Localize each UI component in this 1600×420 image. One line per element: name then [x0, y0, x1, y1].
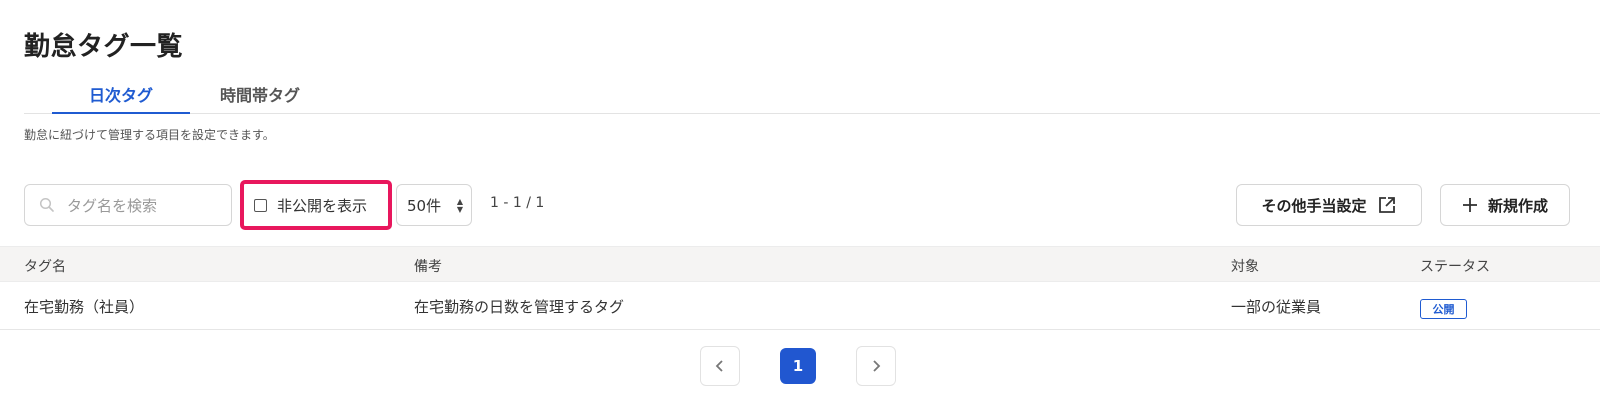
cell-target: 一部の従業員: [1231, 298, 1322, 316]
tab-time-slot-tags-label: 時間帯タグ: [219, 86, 300, 105]
tab-daily-tags[interactable]: 日次タグ: [52, 76, 190, 114]
result-range: 1 - 1 / 1: [490, 195, 545, 211]
table-row[interactable]: 在宅勤務（社員） 在宅勤務の日数を管理するタグ 一部の従業員 公開: [0, 282, 1600, 330]
column-header-status: ステータス: [1420, 259, 1490, 275]
tab-bar: 日次タグ 時間帯タグ: [24, 76, 1600, 114]
column-header-tag-name: タグ名: [24, 259, 66, 275]
external-link-icon: [1378, 197, 1395, 213]
show-hidden-label: 非公開を表示: [277, 196, 368, 215]
page-title: 勤怠タグ一覧: [24, 32, 184, 62]
next-page-button[interactable]: [856, 346, 896, 386]
sort-arrows-icon: ▲ ▼: [456, 197, 463, 214]
new-tag-button[interactable]: 新規作成: [1440, 184, 1570, 226]
previous-page-button[interactable]: [700, 346, 740, 386]
column-header-target: 対象: [1231, 259, 1259, 275]
page-description: 勤怠に紐づけて管理する項目を設定できます。: [24, 128, 275, 142]
pagination: 1: [0, 346, 1600, 386]
cell-note: 在宅勤務の日数を管理するタグ: [414, 298, 625, 316]
per-page-select[interactable]: 50件 ▲ ▼: [396, 184, 472, 226]
other-allowance-settings-button[interactable]: その他手当設定: [1236, 184, 1422, 226]
page-button-current[interactable]: 1: [780, 348, 816, 384]
tab-daily-tags-label: 日次タグ: [88, 86, 153, 105]
chevron-right-icon: [873, 360, 881, 372]
search-box: [24, 184, 232, 226]
status-badge: 公開: [1420, 299, 1467, 319]
show-hidden-toggle[interactable]: 非公開を表示: [240, 180, 392, 230]
cell-tag-name: 在宅勤務（社員）: [24, 298, 145, 316]
tab-time-slot-tags[interactable]: 時間帯タグ: [190, 76, 330, 114]
search-input[interactable]: [67, 193, 223, 219]
plus-icon: [1462, 198, 1477, 212]
new-tag-label: 新規作成: [1487, 196, 1548, 215]
table-header: タグ名 備考 対象 ステータス: [0, 246, 1600, 282]
column-header-note: 備考: [414, 259, 442, 275]
show-hidden-checkbox[interactable]: [254, 198, 267, 212]
per-page-value: 50件: [407, 196, 442, 215]
chevron-left-icon: [715, 360, 723, 372]
other-allowance-settings-label: その他手当設定: [1261, 196, 1367, 215]
tag-table: タグ名 備考 対象 ステータス 在宅勤務（社員） 在宅勤務の日数を管理するタグ …: [0, 246, 1600, 330]
search-icon: [39, 197, 54, 212]
